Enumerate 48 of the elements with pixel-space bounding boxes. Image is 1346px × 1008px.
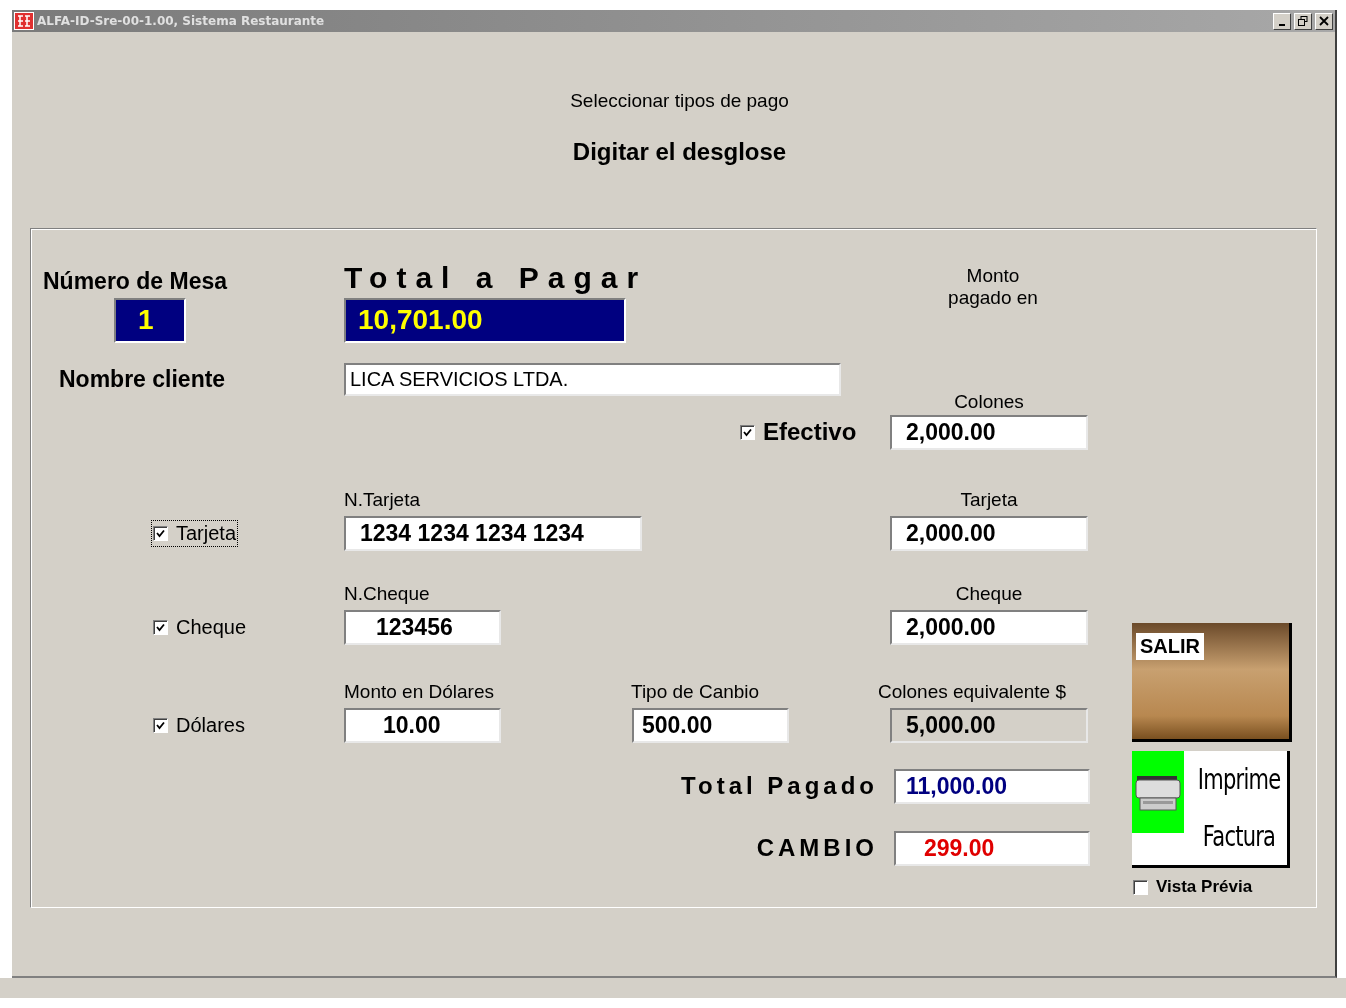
amount-label: Tarjeta (959, 489, 1019, 511)
print-invoice-button[interactable]: Imprime Factura (1132, 751, 1290, 868)
exit-button[interactable]: SALIR (1132, 623, 1292, 742)
payment-checkbox[interactable]: Efectivo (738, 416, 859, 448)
dollar-amount-label: Monto en Dólares (344, 681, 495, 703)
app-icon (14, 12, 34, 30)
customer-name-field[interactable]: LICA SERVICIOS LTDA. (344, 362, 841, 396)
exchange-rate-label: Tipo de Canbio (631, 681, 760, 703)
minimize-icon (1279, 23, 1285, 26)
total-paid-label: Total Pagado (681, 772, 878, 800)
maximize-button[interactable] (1294, 12, 1312, 30)
customer-name-label: Nombre cliente (59, 365, 227, 393)
amount-field[interactable]: 5,000.00 (890, 707, 1088, 743)
exchange-rate-field[interactable]: 500.00 (632, 707, 789, 743)
change-label: CAMBIO (756, 834, 878, 862)
check-icon (743, 427, 752, 437)
preview-checkbox[interactable]: Vista Prévia (1132, 876, 1254, 898)
subtitle-text: Digitar el desglose (572, 138, 787, 166)
amount-field[interactable]: 2,000.00 (890, 414, 1088, 450)
amount-field[interactable]: 2,000.00 (890, 609, 1088, 645)
total-due-label: Total a Pagar (344, 261, 649, 295)
payment-checkbox[interactable]: Cheque (151, 613, 249, 641)
payment-checkbox[interactable]: Tarjeta (151, 519, 239, 547)
close-button[interactable] (1315, 12, 1333, 30)
dollar-amount-field[interactable]: 10.00 (344, 707, 501, 743)
table-number-label: Número de Mesa (43, 268, 229, 295)
minimize-button[interactable] (1273, 12, 1291, 30)
instruction-text: Seleccionar tipos de pago (570, 90, 789, 112)
amount-label: Colones equivalente $ (878, 681, 1068, 703)
total-due-field[interactable]: 10,701.00 (344, 297, 626, 343)
amount-field[interactable]: 2,000.00 (890, 515, 1088, 551)
total-paid-field[interactable]: 11,000.00 (894, 768, 1090, 804)
paid-in-label: Monto pagado en (947, 265, 1039, 309)
number-label: N.Cheque (344, 583, 431, 605)
amount-label: Colones (953, 391, 1025, 413)
payment-checkbox[interactable]: Dólares (151, 711, 247, 739)
check-icon (156, 622, 165, 632)
table-number-field[interactable]: 1 (114, 297, 186, 343)
check-icon (156, 720, 165, 730)
number-field[interactable]: 1234 1234 1234 1234 (344, 515, 642, 551)
restore-icon (1298, 16, 1308, 26)
number-label: N.Tarjeta (344, 489, 422, 511)
change-field[interactable]: 299.00 (894, 830, 1090, 866)
close-icon (1319, 16, 1329, 26)
check-icon (156, 528, 165, 538)
amount-label: Cheque (954, 583, 1024, 605)
window-title: ALFA-ID-Sre-00-1.00, Sistema Restaurante (37, 14, 326, 28)
number-field[interactable]: 123456 (344, 609, 501, 645)
